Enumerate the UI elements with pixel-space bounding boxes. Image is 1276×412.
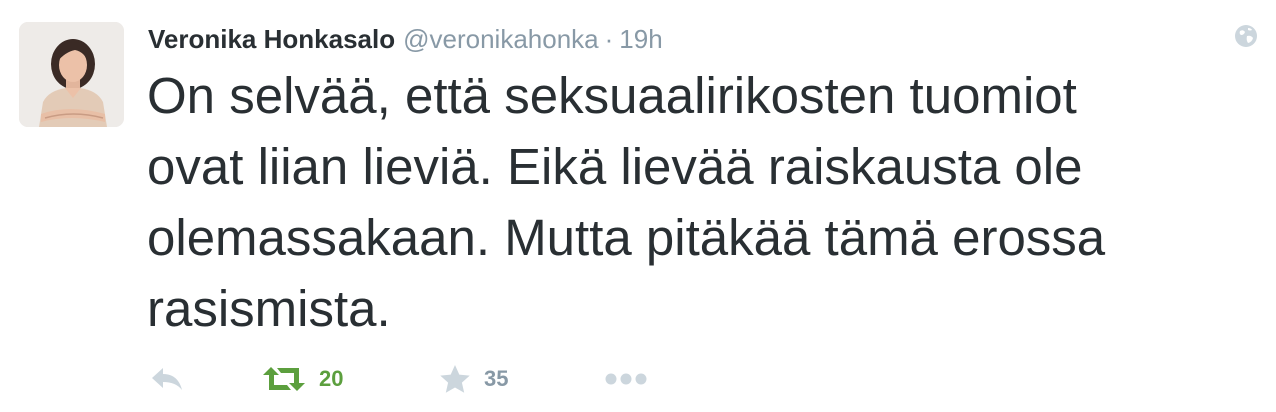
timestamp[interactable]: 19h [619, 22, 662, 56]
tweet-header: Veronika Honkasalo @veronikahonka · 19h [148, 22, 663, 56]
tweet-text-line: ovat liian lieviä. Eikä lievää raiskaust… [147, 138, 1083, 195]
reply-button[interactable] [148, 362, 186, 396]
tweet-text: On selvää, että seksuaalirikosten tuomio… [147, 60, 1237, 344]
tweet-text-line: olemassakaan. Mutta pitäkää tämä erossa [147, 209, 1106, 266]
tweet-text-line: rasismista. [147, 280, 391, 337]
separator: · [604, 24, 614, 54]
favorite-button[interactable]: 35 [438, 362, 508, 396]
retweet-icon [263, 367, 305, 391]
author-name[interactable]: Veronika Honkasalo [148, 22, 395, 56]
retweet-count: 20 [319, 366, 344, 391]
author-handle[interactable]: @veronikahonka [403, 22, 599, 56]
star-icon [440, 365, 470, 393]
avatar[interactable] [19, 22, 124, 127]
more-dots-icon [605, 373, 647, 385]
more-button[interactable] [604, 362, 648, 396]
retweet-button[interactable]: 20 [261, 362, 343, 396]
globe-icon[interactable] [1232, 22, 1260, 50]
reply-icon [152, 368, 182, 390]
avatar-image [19, 22, 124, 127]
tweet: Veronika Honkasalo @veronikahonka · 19h … [0, 0, 1276, 412]
tweet-text-line: On selvää, että seksuaalirikosten tuomio… [147, 67, 1077, 124]
favorite-count: 35 [484, 366, 509, 391]
